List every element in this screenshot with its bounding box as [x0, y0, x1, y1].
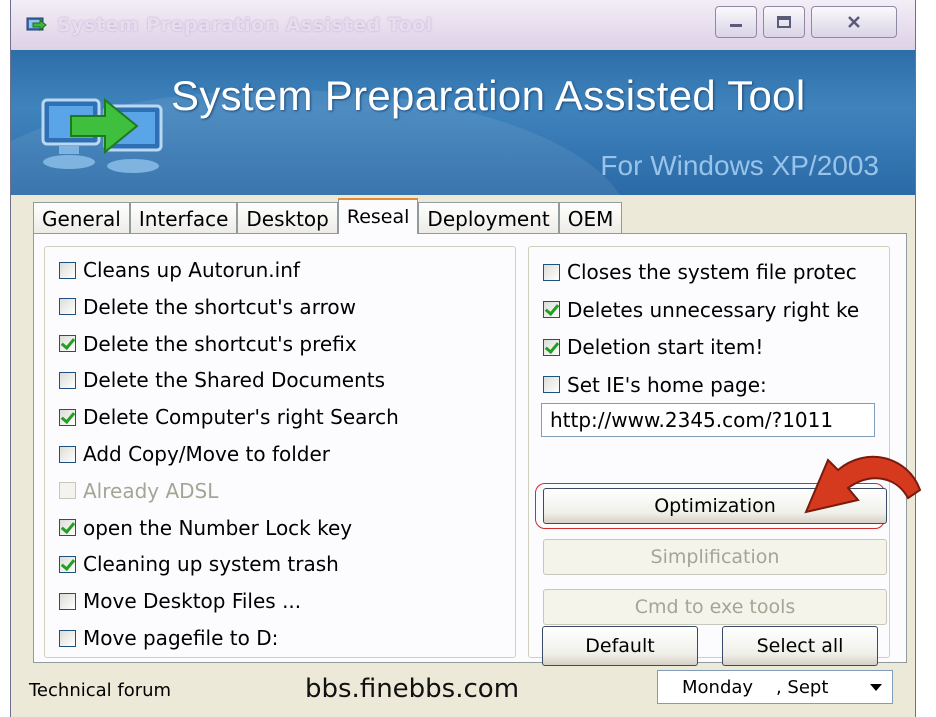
- banner-subtitle: For Windows XP/2003: [600, 150, 879, 181]
- tab-oem[interactable]: OEM: [558, 202, 623, 234]
- tab-reseal[interactable]: Reseal: [337, 198, 419, 234]
- header-banner: System Preparation Assisted Tool For Win…: [11, 50, 915, 195]
- checkbox-unchecked-icon[interactable]: [59, 445, 76, 463]
- close-icon: [848, 16, 860, 28]
- banner-title: System Preparation Assisted Tool: [171, 72, 806, 119]
- option-label: Deletes unnecessary right ke: [567, 297, 860, 322]
- option-label: Deletion start item!: [567, 335, 764, 359]
- tab-deployment[interactable]: Deployment: [418, 202, 559, 234]
- checkbox-unchecked-icon[interactable]: [543, 376, 560, 393]
- checkbox-unchecked-icon[interactable]: [59, 629, 76, 647]
- checkbox-checked-icon[interactable]: [59, 519, 76, 537]
- option-checkbox[interactable]: Delete the Shared Documents: [59, 365, 385, 395]
- option-label: Closes the system file protec: [567, 260, 857, 284]
- checkbox-unchecked-icon[interactable]: [59, 371, 76, 389]
- option-label: Delete Computer's right Search: [83, 405, 399, 430]
- option-label: Move Desktop Files ...: [83, 589, 302, 614]
- default-button[interactable]: Default: [542, 626, 698, 666]
- option-checkbox[interactable]: Cleaning up system trash: [59, 549, 339, 579]
- red-arrow-icon: [804, 455, 922, 514]
- minimize-icon: [730, 24, 742, 27]
- chevron-down-icon: [870, 684, 882, 691]
- option-label: Delete the shortcut's arrow: [83, 294, 356, 319]
- select-all-button[interactable]: Select all: [722, 626, 878, 666]
- tab-general[interactable]: General: [33, 202, 130, 234]
- tab-desktop[interactable]: Desktop: [237, 202, 338, 234]
- checkbox-unchecked-icon[interactable]: [543, 263, 560, 281]
- option-label: Move pagefile to D:: [83, 626, 279, 650]
- date-value: Monday , Sept: [682, 676, 829, 698]
- option-label: open the Number Lock key: [83, 515, 353, 540]
- close-button[interactable]: [811, 6, 897, 38]
- option-label: Set IE's home page:: [567, 372, 767, 397]
- technical-forum-label: Technical forum: [29, 680, 172, 701]
- option-checkbox[interactable]: Delete Computer's right Search: [59, 402, 399, 432]
- option-checkbox[interactable]: Deletes unnecessary right ke: [543, 295, 859, 325]
- option-label: Already ADSL: [83, 478, 219, 503]
- cmd-to-exe-button[interactable]: Cmd to exe tools: [543, 589, 887, 625]
- checkbox-checked-icon[interactable]: [59, 408, 76, 426]
- tab-strip: General Interface Desktop Reseal Deployment O…: [33, 198, 623, 234]
- maximize-button[interactable]: [763, 6, 805, 38]
- checkbox-unchecked-icon[interactable]: [59, 592, 76, 610]
- option-checkbox[interactable]: Deletion start item!: [543, 332, 763, 362]
- main-window: System Preparation Assisted Tool System …: [10, 0, 916, 717]
- forum-url-link[interactable]: bbs.finebbs.com: [305, 674, 519, 704]
- checkbox-unchecked-icon[interactable]: [59, 298, 76, 316]
- option-checkbox[interactable]: Add Copy/Move to folder: [59, 439, 330, 469]
- computer-arrow-icon: [41, 97, 163, 173]
- option-label: Cleaning up system trash: [83, 552, 339, 577]
- option-label: Cleans up Autorun.inf: [83, 258, 300, 282]
- checkbox-checked-icon[interactable]: [59, 335, 76, 353]
- option-checkbox[interactable]: open the Number Lock key: [59, 513, 352, 543]
- maximize-icon: [777, 16, 791, 28]
- option-checkbox[interactable]: Closes the system file protec: [543, 257, 857, 287]
- checkbox-unchecked-icon[interactable]: [59, 261, 76, 279]
- window-title: System Preparation Assisted Tool: [57, 14, 433, 36]
- option-checkbox[interactable]: Delete the shortcut's prefix: [59, 329, 357, 359]
- checkbox-checked-icon[interactable]: [543, 301, 560, 318]
- minimize-button[interactable]: [715, 6, 757, 38]
- left-options-group: Cleans up Autorun.inf Delete the shortcut…: [44, 246, 516, 658]
- option-label: Delete the Shared Documents: [83, 368, 386, 393]
- option-checkbox[interactable]: Delete the shortcut's arrow: [59, 292, 356, 322]
- option-checkbox[interactable]: Set IE's home page:: [543, 370, 767, 400]
- status-bar: Technical forum bbs.finebbs.com Monday ,…: [11, 668, 915, 708]
- option-checkbox[interactable]: Cleans up Autorun.inf: [59, 255, 300, 285]
- checkbox-checked-icon[interactable]: [59, 555, 76, 573]
- option-label: Delete the shortcut's prefix: [83, 331, 357, 356]
- tab-interface[interactable]: Interface: [129, 202, 238, 234]
- homepage-url-input[interactable]: http://www.2345.com/?1011: [541, 403, 875, 437]
- option-checkbox[interactable]: Move Desktop Files ...: [59, 586, 301, 616]
- simplification-button[interactable]: Simplification: [543, 539, 887, 575]
- title-bar: System Preparation Assisted Tool: [11, 0, 915, 51]
- app-icon: [26, 17, 47, 32]
- option-checkbox[interactable]: Already ADSL: [59, 476, 218, 506]
- checkbox-unchecked-icon[interactable]: [59, 482, 76, 500]
- option-label: Add Copy/Move to folder: [83, 442, 331, 466]
- date-dropdown[interactable]: Monday , Sept: [657, 670, 893, 704]
- checkbox-checked-icon[interactable]: [543, 338, 560, 356]
- option-checkbox[interactable]: Move pagefile to D:: [59, 623, 278, 653]
